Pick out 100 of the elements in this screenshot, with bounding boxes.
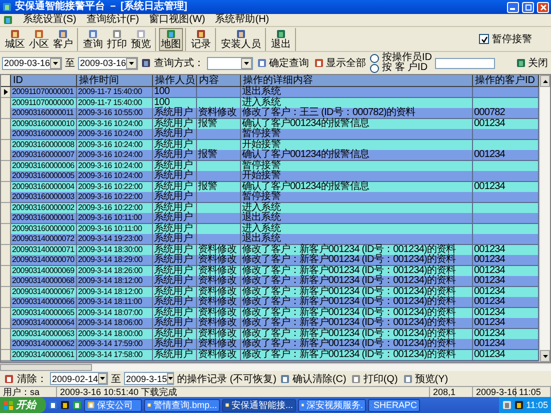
table-cell (197, 160, 241, 172)
table-cell: 资料修改 (197, 276, 241, 287)
window-icon (301, 401, 304, 409)
table-cell: 暂停接警 (241, 129, 473, 140)
table-cell (473, 87, 539, 98)
table-cell: 2009-3-16 10:24:00 (77, 118, 153, 130)
scroll-up-button[interactable] (540, 75, 550, 87)
table-cell: 2009-3-14 18:00:00 (77, 328, 153, 340)
id-input-field[interactable] (435, 58, 495, 68)
window-icon (87, 401, 95, 409)
table-cell: 系统用户 (153, 297, 197, 308)
table-cell (197, 224, 241, 234)
radio-option[interactable]: 按操作员ID (370, 53, 432, 63)
start-button[interactable]: 开始 (0, 397, 46, 413)
confirm-query-button[interactable]: 确定查询 (256, 56, 310, 70)
close-button[interactable] (537, 2, 549, 12)
column-header[interactable]: 内容 (197, 75, 241, 87)
table-cell: 200903160000009 (11, 129, 77, 140)
table-cell: 退出系统 (241, 234, 473, 245)
table-cell: 修改了客户：新客户001234 (ID号：001234)的资料 (241, 276, 473, 287)
table-cell: 确认了客户001234的报警信息 (241, 150, 473, 161)
column-header[interactable]: 操作时间 (77, 75, 153, 87)
scroll-thumb[interactable] (0, 364, 92, 371)
table-cell: 200903140000071 (11, 244, 77, 256)
toolbar-button[interactable]: 安装人员 (219, 28, 263, 50)
table-cell (197, 171, 241, 182)
table-cell: 系统用户 (153, 318, 197, 329)
table-cell: 退出系统 (241, 87, 473, 98)
table-cell: 200903160000001 (11, 213, 77, 224)
column-header[interactable]: 操作人员 (153, 75, 197, 87)
row-header[interactable] (1, 87, 11, 98)
table-cell: 系统用户 (153, 255, 197, 266)
menu-item[interactable]: 查询统计(F) (86, 14, 140, 26)
clear-from-field[interactable]: 2009-02-14 (50, 372, 108, 385)
table-cell: 200903140000067 (11, 286, 77, 298)
toolbar-button[interactable]: 打印 (105, 28, 129, 50)
table-cell: 修改了客户：新客户001234 (ID号：001234)的资料 (241, 350, 473, 360)
table-cell: 2009-3-16 10:22:00 (77, 182, 153, 192)
menu-item[interactable]: 系统设置(S) (23, 14, 76, 26)
table-cell: 2009-3-16 10:24:00 (77, 160, 153, 172)
taskbar-task[interactable]: 安保通智能接... (222, 398, 296, 412)
scroll-down-button[interactable] (540, 350, 550, 362)
column-header[interactable]: 操作的客户ID (473, 75, 539, 87)
table-cell: 系统用户 (153, 150, 197, 161)
table-cell: 200903140000072 (11, 234, 77, 245)
radio-option[interactable]: 按 客 户ID (370, 63, 432, 73)
restore-button[interactable] (522, 2, 534, 12)
column-header[interactable]: ID (11, 75, 77, 87)
table-cell: 资料修改 (197, 255, 241, 266)
table-cell: 200903140000070 (11, 255, 77, 266)
menu-item[interactable]: 系统帮助(H) (215, 14, 270, 26)
table-cell: 001234 (473, 118, 539, 130)
taskbar-task[interactable]: SHERAPC (368, 398, 420, 412)
table-cell: 修改了客户：王三 (ID号：000782)的资料 (241, 108, 473, 119)
toolbar-button[interactable]: 预览 (129, 28, 153, 50)
toolbar-button[interactable]: 客户 (51, 28, 75, 50)
toolbar-button[interactable]: 地图 (159, 28, 183, 50)
close-panel-button[interactable]: 关闭 (515, 56, 549, 70)
table-cell: 2009-3-16 10:11:00 (77, 224, 153, 234)
date-from-field[interactable]: 2009-03-16 (2, 56, 62, 70)
table-cell: 2009-3-14 18:29:00 (77, 255, 153, 266)
menu-item[interactable]: 窗口视图(W) (149, 14, 206, 26)
table-cell: 资料修改 (197, 350, 241, 360)
taskbar-task[interactable]: 警情查询.bmp... (144, 398, 220, 412)
taskbar-task[interactable]: 深安视频服务. (298, 398, 366, 412)
table-cell: 2009-11-7 15:40:00 (77, 98, 153, 108)
toolbar-button[interactable]: 记录 (189, 28, 213, 50)
table-cell: 2009-3-14 17:59:00 (77, 339, 153, 350)
table-cell: 001234 (473, 266, 539, 276)
taskbar-task[interactable]: 保安公司 (84, 398, 142, 412)
table-cell: 2009-3-16 10:55:00 (77, 108, 153, 119)
table-cell (473, 213, 539, 224)
column-header[interactable]: 操作的详细内容 (241, 75, 473, 87)
show-all-button[interactable]: 显示全部 (313, 56, 367, 70)
table-cell: 系统用户 (153, 213, 197, 224)
table-cell: 暂停接警 (241, 192, 473, 203)
table-cell: 修改了客户：新客户001234 (ID号：001234)的资料 (241, 255, 473, 266)
table-cell: 报警 (197, 118, 241, 130)
date-to-field[interactable]: 2009-03-16 (78, 56, 138, 70)
table-cell: 001234 (473, 182, 539, 192)
table-cell: 2009-3-16 10:24:00 (77, 150, 153, 161)
preview-button[interactable]: 预览(Y) (402, 372, 450, 386)
table-cell: 200903160000006 (11, 160, 77, 172)
checkmark-icon (480, 36, 488, 42)
confirm-clear-button[interactable]: 确认清除(C) (279, 372, 348, 386)
toolbar-button[interactable]: 退出 (269, 28, 293, 50)
clear-to-field[interactable]: 2009-3-15 (124, 372, 174, 385)
query-mode-dropdown[interactable] (207, 56, 253, 70)
toolbar-button[interactable]: 小区 (27, 28, 51, 50)
table-cell: 200903160000004 (11, 182, 77, 192)
table-cell: 2009-3-14 18:26:00 (77, 266, 153, 276)
minimize-button[interactable] (507, 2, 519, 12)
toolbar-button[interactable]: 查询 (81, 28, 105, 50)
toolbar-button[interactable]: 城区 (3, 28, 27, 50)
pause-alarm-checkbox[interactable]: 暂停接警 (479, 32, 532, 46)
print-button[interactable]: 打印(Q) (350, 372, 399, 386)
query-mode-label: 查询方式： (154, 56, 204, 70)
caret-icon (100, 377, 106, 380)
table-cell: 200903160000000 (11, 224, 77, 234)
table-cell: 系统用户 (153, 129, 197, 140)
